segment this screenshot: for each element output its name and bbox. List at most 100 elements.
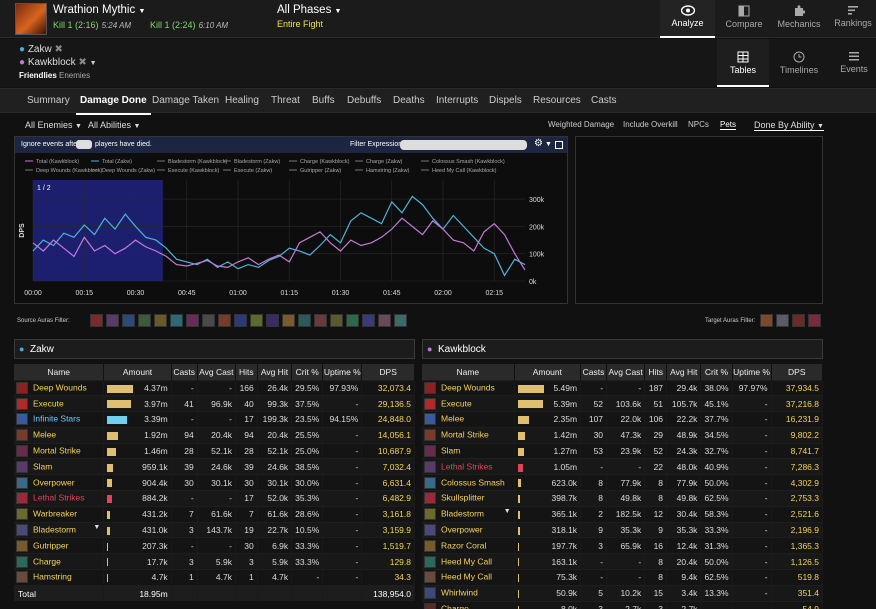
column-header[interactable]: Casts (171, 364, 198, 380)
aura-icon[interactable] (202, 314, 215, 327)
table-row[interactable]: Colossus Smash 623.0k 8 77.9k 8 77.9k 50.0% -4,… (422, 474, 823, 491)
column-header[interactable]: Hits (235, 364, 258, 380)
table-row[interactable]: Infinite Stars 3.39m - -17 199.3k 23.5% 94.15%… (14, 411, 415, 428)
ability-name[interactable]: Whirlwind (441, 588, 478, 598)
ability-name[interactable]: Skullsplitter (441, 493, 484, 503)
ability-name[interactable]: Warbreaker (33, 509, 77, 519)
aura-icon[interactable] (776, 314, 789, 327)
ability-name[interactable]: Colossus Smash (441, 477, 505, 487)
enemies-toggle[interactable]: Enemies (59, 71, 90, 80)
aura-icon[interactable] (154, 314, 167, 327)
column-header[interactable]: Avg Hit (666, 364, 702, 380)
column-header[interactable]: Uptime % (322, 364, 363, 380)
table-row[interactable]: Gutripper 207.3k - -30 6.9k 33.3% -1,519.7 (14, 537, 415, 554)
table-row[interactable]: Execute 5.39m 52 103.6k 51 105.7k 45.1% -37,216… (422, 395, 823, 412)
gear-icon[interactable]: ⚙ (534, 138, 543, 149)
column-header[interactable]: Avg Cast (197, 364, 236, 380)
weighted-damage-toggle[interactable]: Weighted Damage (548, 120, 614, 129)
table-row[interactable]: Lethal Strikes 1.05m - -22 48.0k 40.9% -7,286.… (422, 458, 823, 475)
ability-name[interactable]: Infinite Stars (33, 414, 80, 424)
view-tables[interactable]: Tables (717, 39, 769, 87)
tab-interrupts[interactable]: Interrupts (436, 95, 478, 106)
table-row[interactable]: Lethal Strikes 884.2k - -17 52.0k 35.3% -6,482… (14, 490, 415, 507)
table-row[interactable]: Deep Wounds 5.49m - -187 29.4k 38.0% 97.97% 37,… (422, 379, 823, 396)
ability-name[interactable]: Heed My Call (441, 556, 492, 566)
aura-icon[interactable] (218, 314, 231, 327)
tab-damage-done[interactable]: Damage Done (76, 95, 151, 115)
ability-name[interactable]: Deep Wounds (441, 382, 495, 392)
aura-icon[interactable] (186, 314, 199, 327)
table-row[interactable]: Mortal Strike 1.42m 30 47.3k 29 48.9k 34.5% -9,… (422, 426, 823, 444)
table-row[interactable]: Bladestorm ▼ 431.0k 3 143.7k 19 22.7k 10.5% -3,… (14, 521, 415, 538)
nav-compare[interactable]: Compare (718, 0, 770, 38)
boss-portrait[interactable] (15, 3, 47, 35)
filter-expression-input[interactable] (400, 140, 527, 150)
ability-name[interactable]: Bladestorm (33, 524, 76, 534)
table-row[interactable]: Melee 1.92m 94 20.4k 94 20.4k 25.5% -14,056.1 (14, 426, 415, 444)
aura-icon[interactable] (808, 314, 821, 327)
friendlies-toggle[interactable]: Friendlies (19, 71, 57, 80)
nav-mechanics[interactable]: Mechanics (774, 0, 824, 38)
ability-name[interactable]: Razor Coral (441, 540, 486, 550)
column-header[interactable]: DPS (771, 364, 823, 380)
table-row[interactable]: Whirlwind 50.9k 5 10.2k 15 3.4k 13.3% -351.4 (422, 584, 823, 602)
aura-icon[interactable] (266, 314, 279, 327)
dps-chart[interactable]: Total (Kawkblock) Total (Zakw) Bladestorm … (15, 153, 567, 303)
ability-name[interactable]: Melee (441, 414, 464, 424)
include-overkill-toggle[interactable]: Include Overkill (623, 120, 678, 129)
aura-icon[interactable] (792, 314, 805, 327)
column-header[interactable]: DPS (361, 364, 415, 380)
kill-2[interactable]: Kill 1 (2:24) 6:10 AM (150, 19, 228, 31)
column-header[interactable]: Amount (103, 364, 172, 380)
close-icon[interactable]: ✖ (78, 57, 86, 68)
npcs-toggle[interactable]: NPCs (688, 120, 709, 129)
column-header[interactable]: Crit % (700, 364, 733, 380)
ability-name[interactable]: Mortal Strike (441, 430, 489, 440)
nav-analyze[interactable]: Analyze (660, 0, 715, 38)
chevron-down-icon[interactable]: ▼ (545, 141, 552, 148)
column-header[interactable]: Avg Cast (606, 364, 646, 380)
abilities-filter[interactable]: All Abilities ▼ (88, 120, 140, 130)
ability-name[interactable]: Lethal Strikes (441, 461, 493, 471)
table-row[interactable]: Razor Coral 197.7k 3 65.9k 16 12.4k 31.3% -1,36… (422, 537, 823, 554)
pets-toggle[interactable]: Pets (720, 120, 737, 130)
aura-icon[interactable] (122, 314, 135, 327)
ability-name[interactable]: Deep Wounds (33, 382, 87, 392)
aura-icon[interactable] (362, 314, 375, 327)
view-events[interactable]: Events (832, 39, 876, 87)
ability-name[interactable]: Melee (33, 430, 56, 440)
table-row[interactable]: Deep Wounds 4.37m - -166 26.4k 29.5% 97.93% 32,… (14, 379, 415, 396)
tab-deaths[interactable]: Deaths (393, 95, 425, 106)
aura-icon[interactable] (90, 314, 103, 327)
tab-summary[interactable]: Summary (27, 95, 70, 106)
aura-icon[interactable] (234, 314, 247, 327)
nav-rankings[interactable]: Rankings (830, 0, 876, 38)
ability-name[interactable]: Hamstring (33, 572, 72, 582)
phase-selector[interactable]: All Phases ▼ (277, 4, 341, 16)
table-row[interactable]: Bladestorm ▼ 365.1k 2 182.5k 12 30.4k 58.3% -2,… (422, 505, 823, 523)
aura-icon[interactable] (760, 314, 773, 327)
aura-icon[interactable] (314, 314, 327, 327)
aura-icon[interactable] (298, 314, 311, 327)
aura-icon[interactable] (282, 314, 295, 327)
ability-name[interactable]: Charge (33, 556, 61, 566)
aura-icon[interactable] (250, 314, 263, 327)
column-header[interactable]: Casts (580, 364, 608, 380)
column-header[interactable]: Avg Hit (257, 364, 293, 380)
expand-icon[interactable]: ▼ (504, 508, 511, 515)
column-header[interactable]: Name (422, 364, 515, 380)
column-header[interactable]: Hits (644, 364, 668, 380)
ability-name[interactable]: Gutripper (33, 540, 68, 550)
ability-name[interactable]: Mortal Strike (33, 445, 81, 455)
ability-name[interactable]: Slam (441, 445, 460, 455)
ability-name[interactable]: Overpower (441, 524, 483, 534)
grouping-selector[interactable]: Done By Ability ▼ (754, 120, 824, 131)
tab-debuffs[interactable]: Debuffs (347, 95, 381, 106)
tab-buffs[interactable]: Buffs (312, 95, 335, 106)
column-header[interactable]: Amount (514, 364, 582, 380)
table-row[interactable]: Heed My Call 163.1k - -8 20.4k 50.0% -1,126.5 (422, 553, 823, 570)
tab-dispels[interactable]: Dispels (489, 95, 522, 106)
table-row[interactable]: Overpower 318.1k 9 35.3k 9 35.3k 33.3% -2,196.9 (422, 521, 823, 538)
maximize-icon[interactable] (555, 141, 563, 149)
aura-icon[interactable] (138, 314, 151, 327)
